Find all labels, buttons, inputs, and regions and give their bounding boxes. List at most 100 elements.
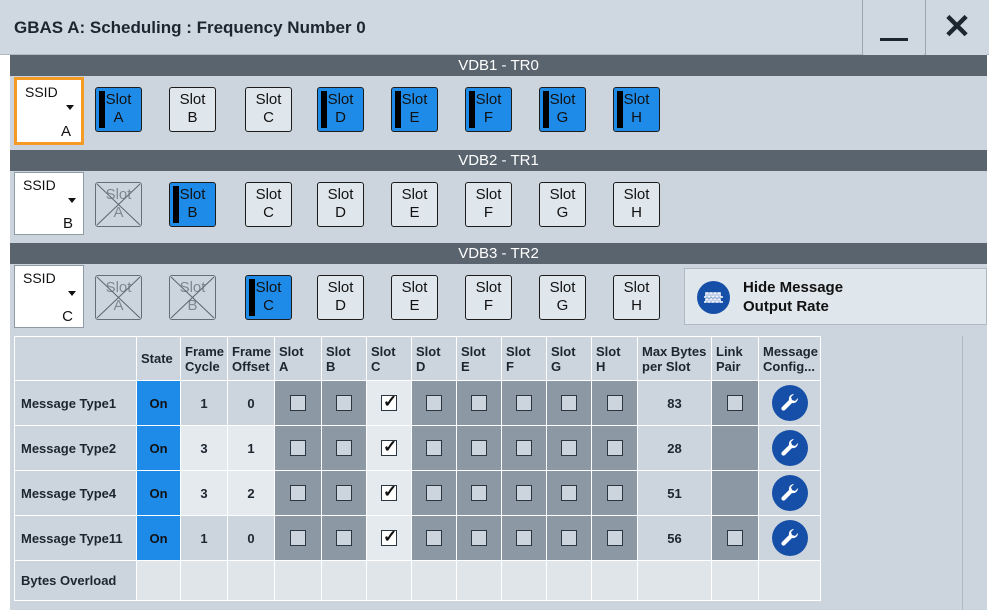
hide-message-output-rate-button[interactable]: Hide Message Output Rate (684, 268, 987, 325)
slot-checkbox[interactable] (561, 485, 577, 502)
message-config-button[interactable] (771, 475, 808, 511)
slot-checkbox[interactable]: ✓ (381, 527, 397, 547)
close-button[interactable]: ✕ (925, 0, 987, 55)
slot-checkbox[interactable] (606, 485, 623, 502)
slot-checkbox[interactable] (561, 440, 577, 457)
slot-checkbox[interactable] (471, 395, 487, 412)
slot-checkbox[interactable] (426, 485, 442, 502)
slot-checkbox[interactable] (290, 530, 306, 547)
slot-checkbox[interactable] (290, 440, 306, 457)
minimize-button[interactable] (862, 0, 924, 55)
slot-checkbox[interactable] (606, 530, 623, 547)
link-pair-checkbox[interactable] (727, 395, 743, 412)
slot-checkbox[interactable]: ✓ (381, 482, 397, 502)
frame-offset-cell[interactable]: 1 (227, 425, 275, 471)
bytes-overload-row: Bytes Overload (14, 560, 821, 601)
slot-button-e[interactable]: Slot E (391, 87, 438, 132)
frame-cycle-cell[interactable]: 3 (180, 425, 228, 471)
overload-cell (758, 560, 821, 601)
frame-cycle-cell[interactable]: 1 (180, 515, 228, 561)
state-toggle[interactable]: On (136, 380, 181, 426)
slot-button-e[interactable]: Slot E (391, 275, 438, 320)
slot-button-c[interactable]: Slot C (245, 182, 292, 227)
slot-checkbox[interactable] (426, 395, 442, 412)
slot-checkbox[interactable] (516, 440, 532, 457)
frame-cycle-cell[interactable]: 3 (180, 470, 228, 516)
slot-checkbox[interactable] (426, 530, 442, 547)
slot-button-g[interactable]: Slot G (539, 182, 586, 227)
message-config-button[interactable] (771, 385, 808, 421)
slot-checkbox[interactable] (426, 440, 442, 457)
slot-checkbox[interactable] (471, 485, 487, 502)
slot-button-d[interactable]: Slot D (317, 275, 364, 320)
slot-button-d[interactable]: Slot D (317, 182, 364, 227)
slot-button-f[interactable]: Slot F (465, 87, 512, 132)
slot-button-h[interactable]: Slot H (613, 87, 660, 132)
slot-button-b[interactable]: Slot B (169, 87, 216, 132)
slot-header: Slot B (321, 336, 367, 381)
slot-header-line1: Slot (551, 343, 576, 359)
frame-offset-cell[interactable]: 2 (227, 470, 275, 516)
slot-checkbox[interactable] (606, 440, 623, 457)
slot-checkbox[interactable] (516, 485, 532, 502)
slot-checkbox[interactable] (516, 395, 532, 412)
overload-cell (366, 560, 412, 601)
slot-checkbox[interactable] (516, 530, 532, 547)
slot-word: Slot (401, 279, 428, 296)
slot-cell (274, 470, 322, 516)
slot-checkbox[interactable] (336, 485, 352, 502)
frame-offset-cell[interactable]: 0 (227, 380, 275, 426)
frame-offset-cell[interactable]: 0 (227, 515, 275, 561)
slot-button-h[interactable]: Slot H (613, 275, 660, 320)
state-toggle[interactable]: On (136, 515, 181, 561)
state-toggle[interactable]: On (136, 470, 181, 516)
table-scrollbar[interactable] (962, 336, 977, 610)
slot-button-f[interactable]: Slot F (465, 275, 512, 320)
slot-button-f[interactable]: Slot F (465, 182, 512, 227)
ssid-value: B (62, 215, 73, 232)
slot-button-c[interactable]: Slot C (245, 87, 292, 132)
slot-button-g[interactable]: Slot G (539, 87, 586, 132)
slot-checkbox[interactable] (336, 530, 352, 547)
slot-checkbox[interactable] (561, 395, 577, 412)
slot-button-d[interactable]: Slot D (317, 87, 364, 132)
slot-checkbox[interactable] (561, 530, 577, 547)
slot-checkbox[interactable]: ✓ (381, 392, 397, 412)
slot-checkbox[interactable] (471, 440, 487, 457)
link-pair-checkbox[interactable] (727, 530, 743, 547)
slot-checkbox[interactable] (290, 395, 306, 412)
slot-checkbox[interactable] (290, 485, 306, 502)
message-config-header-line1: Message (763, 343, 818, 359)
slot-checkbox[interactable] (336, 440, 352, 457)
slot-header: Slot F (501, 336, 547, 381)
slot-button-h[interactable]: Slot H (613, 182, 660, 227)
slot-cell (321, 515, 367, 561)
slot-header-line1: Slot (326, 343, 351, 359)
ssid-select[interactable]: SSID A (14, 77, 84, 145)
slot-header-line2: C (371, 358, 381, 374)
slot-button-a[interactable]: Slot A (95, 87, 142, 132)
slot-cell: ✓ (366, 515, 412, 561)
slot-button-c[interactable]: Slot C (245, 275, 292, 320)
slot-word: Slot (327, 186, 354, 203)
slot-button-b: Slot B (169, 275, 216, 320)
slot-button-b[interactable]: Slot B (169, 182, 216, 227)
slot-checkbox[interactable] (336, 395, 352, 412)
slot-button-e[interactable]: Slot E (391, 182, 438, 227)
frame-cycle-cell[interactable]: 1 (180, 380, 228, 426)
slot-cell (411, 380, 457, 426)
link-pair-header-line2: Pair (716, 358, 741, 374)
ssid-select[interactable]: SSID B (14, 172, 84, 235)
message-config-button[interactable] (771, 520, 808, 556)
message-config-button[interactable] (771, 430, 808, 466)
slot-checkbox[interactable] (606, 395, 623, 412)
ssid-select[interactable]: SSID C (14, 265, 84, 328)
slot-checkbox[interactable]: ✓ (381, 437, 397, 457)
window-title: GBAS A: Scheduling : Frequency Number 0 (14, 18, 366, 37)
slot-header-line1: Slot (416, 343, 441, 359)
message-type-label: Message Type1 (14, 380, 137, 426)
slot-cell (456, 380, 502, 426)
slot-button-g[interactable]: Slot G (539, 275, 586, 320)
slot-checkbox[interactable] (471, 530, 487, 547)
state-toggle[interactable]: On (136, 425, 181, 471)
